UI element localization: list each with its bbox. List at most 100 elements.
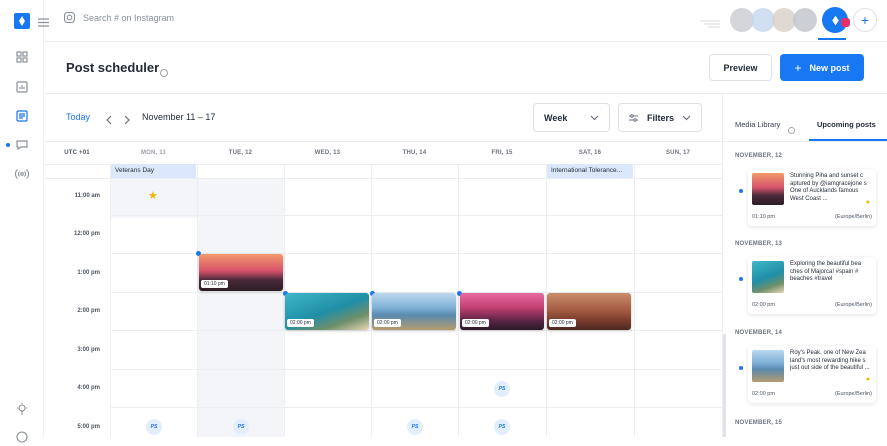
post-timezone: (Europe/Berlin)	[835, 391, 872, 397]
today-column	[197, 178, 284, 437]
post-caption: Stunning Piha and sunset c aptured by @i…	[790, 173, 867, 202]
day-heading: NOVEMBER, 12	[735, 153, 783, 159]
time-label: 4:00 pm	[77, 385, 100, 391]
filter-lines-icon	[700, 16, 720, 34]
post-thumbnail	[752, 261, 784, 293]
post-time: 01:10 pm	[201, 280, 228, 288]
page-header: Post scheduler Preview + New post	[44, 42, 887, 94]
help-icon[interactable]	[13, 428, 31, 446]
suggested-time-icon[interactable]: PS	[233, 419, 249, 435]
time-label: 1:00 pm	[77, 270, 100, 276]
day-header-tue: TUE, 12	[228, 150, 253, 156]
tab-divider	[723, 141, 887, 142]
day-heading: NOVEMBER, 14	[735, 330, 783, 336]
day-heading: NOVEMBER, 15	[735, 420, 783, 426]
preview-button[interactable]: Preview	[709, 54, 772, 81]
timezone-label: UTC +01	[64, 150, 90, 156]
instagram-badge-icon	[841, 18, 850, 27]
day-header-sat: SAT, 16	[578, 150, 602, 156]
allday-divider	[44, 178, 722, 179]
post-time: 02:00 pm	[287, 319, 314, 327]
dashboard-icon[interactable]	[13, 48, 31, 66]
day-header-wed: WED, 13	[314, 150, 341, 156]
new-post-button[interactable]: + New post	[780, 54, 864, 81]
sliders-icon	[629, 113, 638, 122]
view-select[interactable]: Week	[533, 103, 610, 132]
sidebar	[0, 0, 44, 443]
post-marker	[739, 189, 743, 193]
suggested-time-icon[interactable]: PS	[407, 419, 423, 435]
filters-button[interactable]: Filters	[618, 103, 702, 132]
lightbulb-icon: ●	[865, 199, 870, 206]
post-marker	[739, 277, 743, 281]
menu-icon[interactable]	[38, 14, 49, 32]
tab-media-library[interactable]: Media Library	[735, 120, 780, 129]
profile-avatar[interactable]	[793, 8, 817, 32]
grid-line	[110, 407, 722, 408]
panel-scrollbar[interactable]	[723, 334, 726, 437]
upcoming-post-card[interactable]: Stunning Piha and sunset c aptured by @i…	[748, 169, 876, 226]
chevron-left-icon[interactable]	[106, 112, 112, 130]
scheduled-post[interactable]: 02:00 pm	[372, 293, 456, 330]
today-button[interactable]: Today	[66, 112, 90, 122]
scheduled-post[interactable]: 02:00 pm	[285, 293, 369, 330]
info-icon[interactable]	[160, 64, 168, 82]
time-label: 11:00 am	[74, 193, 100, 199]
plus-icon: +	[794, 60, 802, 75]
scheduler-icon[interactable]	[13, 107, 31, 125]
search-bar[interactable]: Search # on Instagram	[64, 12, 174, 23]
upcoming-panel: Media Library Upcoming posts NOVEMBER, 1…	[722, 94, 887, 437]
lightbulb-icon[interactable]	[13, 400, 31, 418]
suggested-time-icon[interactable]: PS	[494, 419, 510, 435]
day-header-sun: SUN, 17	[665, 150, 691, 156]
suggested-time-icon[interactable]: PS	[494, 381, 510, 397]
post-timezone: (Europe/Berlin)	[835, 302, 872, 308]
holiday-veterans-day[interactable]: Veterans Day	[111, 164, 196, 178]
post-thumbnail	[752, 350, 784, 382]
listening-icon[interactable]	[13, 165, 31, 183]
active-profile-underline	[818, 38, 846, 40]
chevron-right-icon[interactable]	[124, 112, 130, 130]
chevron-down-icon	[682, 115, 691, 120]
star-icon[interactable]: ★	[148, 189, 158, 202]
post-caption: Exploring the beautiful bea ches of Majo…	[790, 261, 862, 282]
upcoming-post-card[interactable]: Exploring the beautiful bea ches of Majo…	[748, 257, 876, 314]
messages-icon[interactable]	[13, 136, 31, 154]
grid-line	[197, 164, 198, 437]
calendar-toolbar: Today November 11 – 17 Week Filters	[44, 94, 722, 142]
post-time: 01:10 pm	[752, 214, 775, 220]
date-range: November 11 – 17	[142, 112, 216, 122]
app-logo-icon[interactable]	[13, 12, 31, 30]
active-indicator	[6, 143, 10, 147]
time-label: 5:00 pm	[77, 424, 100, 430]
post-marker	[739, 366, 743, 370]
tab-upcoming-posts[interactable]: Upcoming posts	[817, 120, 876, 129]
holiday-international-tolerance[interactable]: International Tolerance...	[547, 164, 633, 178]
add-profile-button[interactable]: +	[853, 8, 877, 32]
week-calendar: UTC +01 MON, 11 TUE, 12 WED, 13 THU, 14 …	[44, 142, 722, 437]
upcoming-post-card[interactable]: Roy's Peak, one of New Zea land's most r…	[748, 346, 876, 403]
post-time: 02:00 pm	[374, 319, 401, 327]
grid-line	[110, 369, 722, 370]
lightbulb-icon: ●	[865, 376, 870, 383]
time-label: 12:00 pm	[73, 231, 100, 237]
scheduled-post[interactable]: 01:10 pm	[199, 254, 283, 291]
post-time: 02:00 pm	[549, 319, 576, 327]
time-label: 2:00 pm	[77, 308, 100, 314]
info-icon[interactable]	[788, 121, 795, 139]
suggested-time-icon[interactable]: PS	[146, 419, 162, 435]
post-time: 02:00 pm	[752, 391, 775, 397]
grid-line	[110, 164, 111, 437]
scheduled-post[interactable]: 02:00 pm	[460, 293, 544, 330]
post-time: 02:00 pm	[462, 319, 489, 327]
search-input[interactable]: Search # on Instagram	[83, 13, 174, 23]
grid-line	[110, 215, 722, 216]
time-label: 3:00 pm	[77, 347, 100, 353]
scheduled-post[interactable]: 02:00 pm	[547, 293, 631, 330]
top-bar: Search # on Instagram +	[38, 0, 887, 42]
instagram-icon	[64, 12, 75, 23]
analytics-icon[interactable]	[13, 78, 31, 96]
day-header-fri: FRI, 15	[491, 150, 513, 156]
post-timezone: (Europe/Berlin)	[835, 214, 872, 220]
page-title: Post scheduler	[66, 60, 160, 75]
